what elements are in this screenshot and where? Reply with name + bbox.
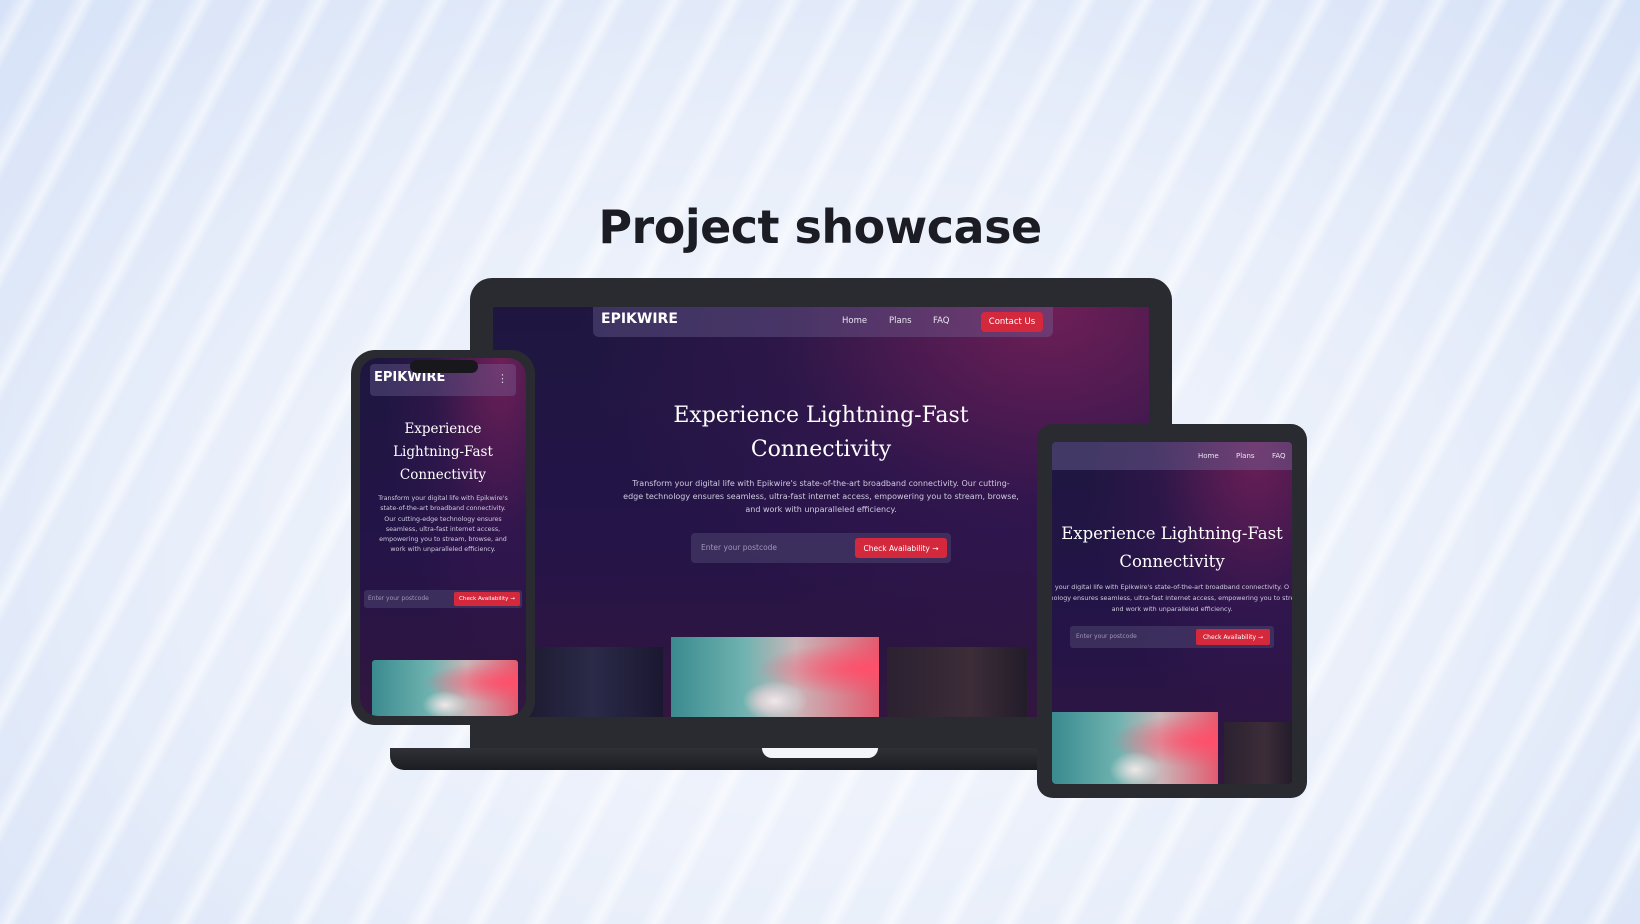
hero-heading: Experience Lightning-Fast Connectivity xyxy=(593,399,1049,467)
nav-link-plans[interactable]: Plans xyxy=(889,316,912,326)
hero-heading: Experience Lightning-Fast Connectivity xyxy=(393,421,493,483)
postcode-form: Enter your postcode Check Availability → xyxy=(691,533,951,563)
hero-description: Transform your digital life with Epikwir… xyxy=(378,495,508,554)
nav-link-home[interactable]: Home xyxy=(1198,452,1219,460)
brand-logo[interactable]: EPIKWIRE xyxy=(601,311,678,327)
laptop-navbar: EPIKWIRE Home Plans FAQ Contact Us xyxy=(593,307,1053,337)
contact-us-button[interactable]: Contact Us xyxy=(981,312,1043,332)
postcode-form: Enter your postcode Check Availability → xyxy=(364,590,522,608)
hero-image-left xyxy=(523,647,663,717)
hero-description: Transform your digital life with Epikwir… xyxy=(623,479,1019,514)
check-availability-button[interactable]: Check Availability → xyxy=(1196,629,1270,645)
tablet-screen: Home Plans FAQ Experience Lightning-Fast… xyxy=(1052,442,1292,784)
hero-description-line3: and work with unparalleled efficiency. xyxy=(1111,605,1233,613)
kebab-menu-icon[interactable]: ⋮ xyxy=(497,372,508,385)
nav-link-home[interactable]: Home xyxy=(842,316,867,326)
nav-link-faq[interactable]: FAQ xyxy=(933,316,949,326)
hero-heading-line1: Experience Lightning-Fast xyxy=(673,403,969,428)
hero-heading-line2: Connectivity xyxy=(1119,552,1225,571)
hero-image-main xyxy=(671,637,879,717)
hero-description-line2: nology ensures seamless, ultra-fast inte… xyxy=(1052,594,1292,602)
nav-link-plans[interactable]: Plans xyxy=(1236,452,1255,460)
hero-image-right xyxy=(1224,722,1292,784)
hero-heading: Experience Lightning-Fast Connectivity xyxy=(1052,520,1292,576)
nav-link-faq[interactable]: FAQ xyxy=(1272,452,1286,460)
hero-image-main xyxy=(372,660,518,716)
hero-image-main xyxy=(1052,712,1218,784)
check-availability-button[interactable]: Check Availability → xyxy=(454,592,520,606)
phone-camera-island xyxy=(410,360,478,373)
hero-heading-line2: Connectivity xyxy=(750,437,892,462)
tablet-navbar: Home Plans FAQ xyxy=(1052,442,1292,470)
hero-heading-line1: Experience Lightning-Fast xyxy=(1061,524,1283,543)
postcode-input[interactable]: Enter your postcode xyxy=(701,543,777,552)
laptop-notch xyxy=(762,748,878,758)
hero-description-line1: your digital life with Epikwire's state-… xyxy=(1054,583,1290,591)
check-availability-button[interactable]: Check Availability → xyxy=(855,538,947,558)
postcode-input[interactable]: Enter your postcode xyxy=(1076,633,1137,640)
phone-screen: EPIKWIRE ⋮ Experience Lightning-Fast Con… xyxy=(360,358,526,716)
page-title: Project showcase xyxy=(598,200,1042,254)
hero-image-right xyxy=(887,647,1027,717)
postcode-form: Enter your postcode Check Availability → xyxy=(1070,626,1274,648)
postcode-input[interactable]: Enter your postcode xyxy=(368,595,429,602)
hero-description: your digital life with Epikwire's state-… xyxy=(1052,582,1292,615)
